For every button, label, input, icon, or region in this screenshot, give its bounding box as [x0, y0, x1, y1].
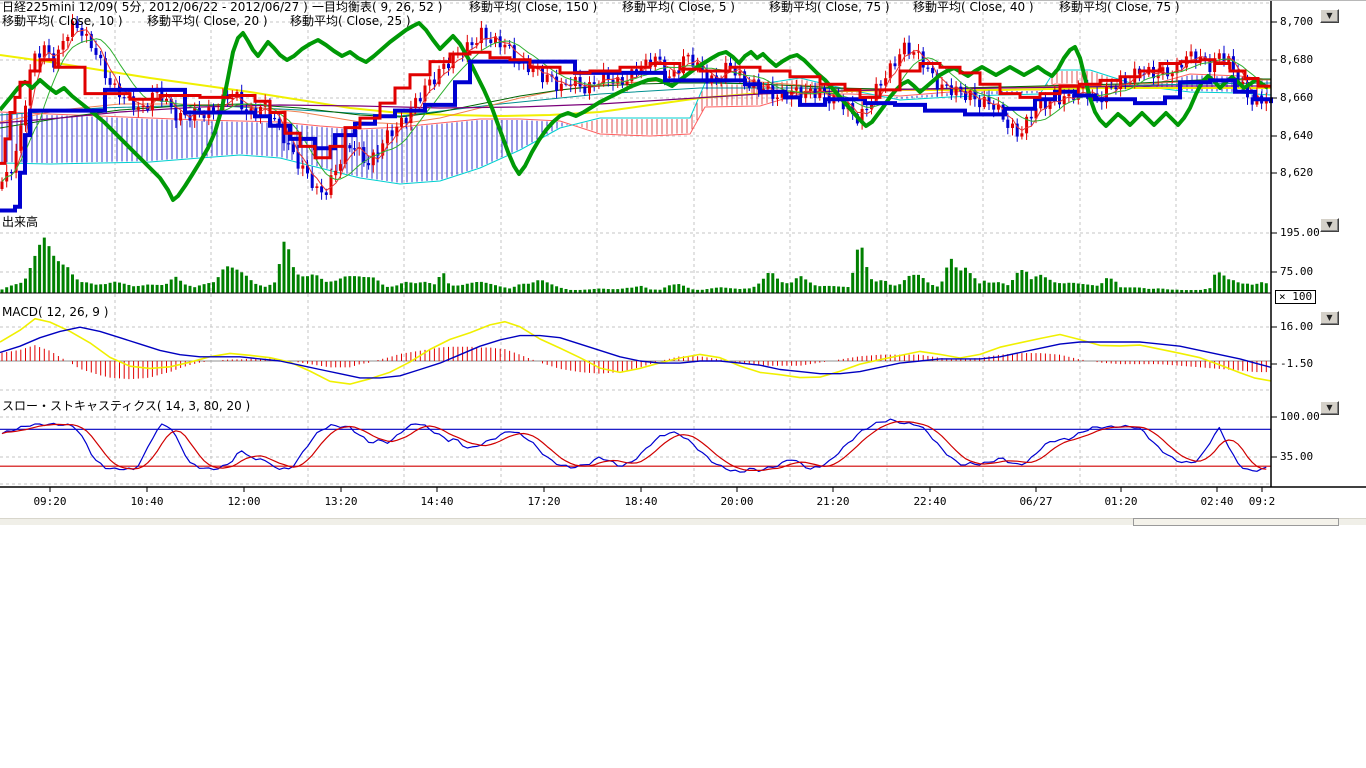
indicator-label: 移動平均( Close, 5 ) — [622, 1, 735, 14]
indicator-label: 移動平均( Close, 150 ) — [469, 1, 597, 14]
indicator-label: 日経225mini 12/09( 5分, 2012/06/22 - 2012/0… — [2, 1, 308, 14]
y-axis-tick-label: 75.00 — [1280, 265, 1313, 278]
y-axis-tick-label: 8,640 — [1280, 129, 1313, 142]
x-axis-tick-label: 22:40 — [913, 495, 946, 508]
y-axis-tick-label: 35.00 — [1280, 450, 1313, 463]
horizontal-scrollbar[interactable] — [0, 518, 1366, 525]
y-axis-tick-label: 8,680 — [1280, 53, 1313, 66]
x-axis-tick-label: 18:40 — [624, 495, 657, 508]
chart-window: 日経225mini 12/09( 5分, 2012/06/22 - 2012/0… — [0, 0, 1366, 768]
pane-dropdown-button-stoch[interactable]: ▼ — [1320, 401, 1339, 415]
volume-pane-label: 出来高 — [2, 213, 38, 230]
x-axis-tick-label: 09:20 — [33, 495, 66, 508]
pane-dropdown-button-price[interactable]: ▼ — [1320, 9, 1339, 23]
indicator-label: 移動平均( Close, 10 ) — [2, 15, 123, 28]
indicator-label: 移動平均( Close, 75 ) — [1059, 1, 1180, 14]
chart-canvas — [0, 0, 1366, 530]
x-axis-tick-label: 01:20 — [1104, 495, 1137, 508]
x-axis-tick-label: 12:00 — [227, 495, 260, 508]
x-axis-tick-label: 21:20 — [816, 495, 849, 508]
indicator-label: 移動平均( Close, 75 ) — [769, 1, 890, 14]
indicator-label: 移動平均( Close, 40 ) — [913, 1, 1034, 14]
x-axis-tick-label: 17:20 — [527, 495, 560, 508]
y-axis-tick-label: 195.00 — [1280, 226, 1320, 239]
pane-dropdown-button-volume[interactable]: ▼ — [1320, 218, 1339, 232]
y-axis-tick-label: 100.00 — [1280, 410, 1320, 423]
x-axis-tick-label: 13:20 — [324, 495, 357, 508]
volume-multiplier-box: × 100 — [1275, 290, 1316, 304]
x-axis-tick-label: 20:00 — [720, 495, 753, 508]
x-axis-tick-label: 14:40 — [420, 495, 453, 508]
x-axis-tick-label: 02:40 — [1200, 495, 1233, 508]
macd-pane-label: MACD( 12, 26, 9 ) — [2, 305, 108, 319]
indicator-label: 移動平均( Close, 20 ) — [147, 15, 268, 28]
stoch-pane-label: スロー・ストキャスティクス( 14, 3, 80, 20 ) — [2, 397, 250, 414]
indicator-label: 移動平均( Close, 25 ) — [290, 15, 411, 28]
y-axis-tick-label: 8,700 — [1280, 15, 1313, 28]
indicator-label: 一目均衡表( 9, 26, 52 ) — [312, 1, 442, 14]
y-axis-tick-label: 16.00 — [1280, 320, 1313, 333]
y-axis-tick-label: -1.50 — [1280, 357, 1313, 370]
y-axis-tick-label: 8,620 — [1280, 166, 1313, 179]
x-axis-tick-label: 09:2 — [1249, 495, 1276, 508]
scrollbar-thumb[interactable] — [1133, 518, 1339, 526]
y-axis-tick-label: 8,660 — [1280, 91, 1313, 104]
x-axis-tick-label: 06/27 — [1019, 495, 1052, 508]
pane-dropdown-button-macd[interactable]: ▼ — [1320, 311, 1339, 325]
x-axis-tick-label: 10:40 — [130, 495, 163, 508]
